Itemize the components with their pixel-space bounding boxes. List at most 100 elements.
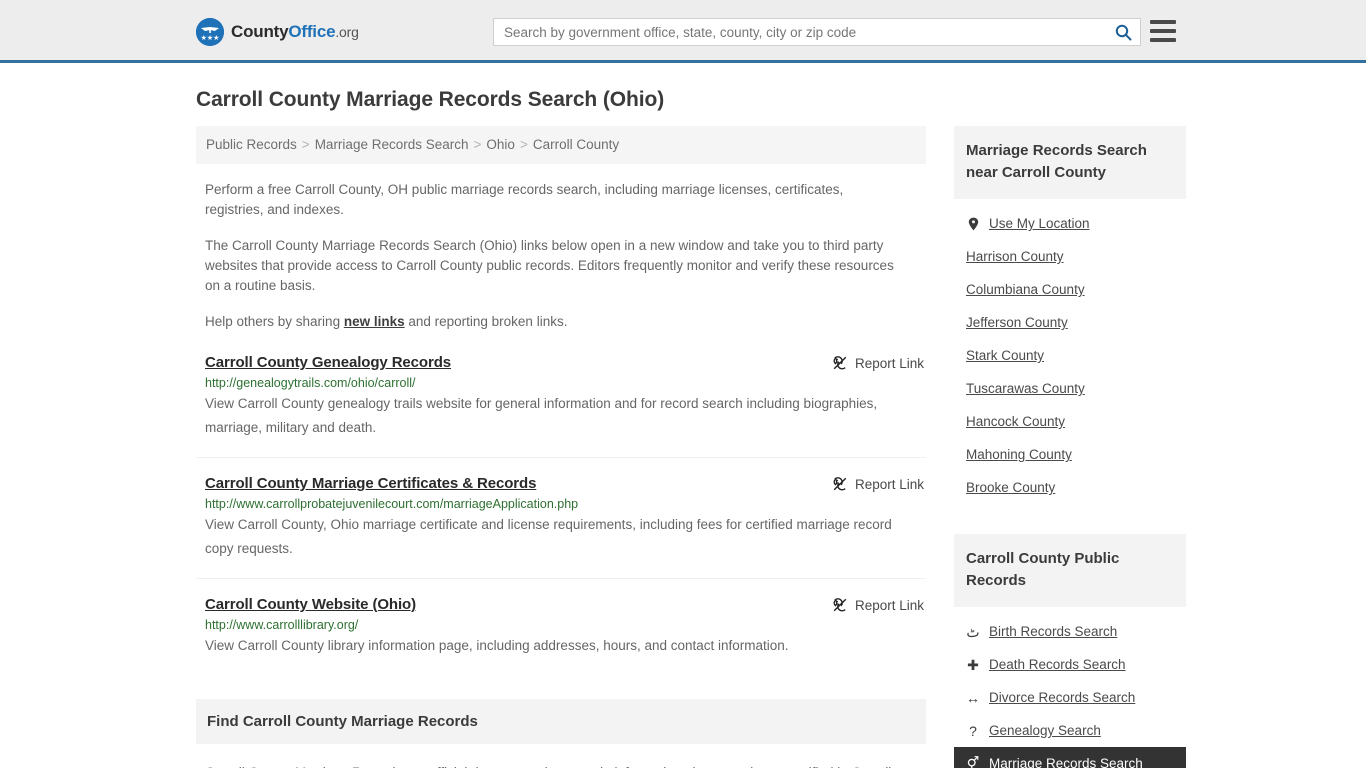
logo-county-text: County: [231, 22, 289, 41]
intro-section: Perform a free Carroll County, OH public…: [196, 180, 926, 332]
sidebar-item-hancock-county[interactable]: Hancock County: [954, 405, 1186, 438]
result-item: Carroll County Genealogy Records Report …: [196, 354, 926, 458]
sidebar-item-birth-records-search[interactable]: ٹ Birth Records Search: [954, 615, 1186, 648]
breadcrumb-separator: >: [519, 137, 528, 152]
sidebar-item-label: Jefferson County: [966, 315, 1068, 330]
sidebar-item-label: Death Records Search: [989, 657, 1126, 672]
sidebar-item-brooke-county[interactable]: Brooke County: [954, 471, 1186, 504]
sidebar-item-mahoning-county[interactable]: Mahoning County: [954, 438, 1186, 471]
result-description: View Carroll County, Ohio marriage certi…: [205, 517, 892, 556]
result-title-link[interactable]: Carroll County Marriage Certificates & R…: [205, 475, 536, 492]
find-records-body: Carroll County Marriage Records are offi…: [196, 761, 926, 768]
sidebar-item-columbiana-county[interactable]: Columbiana County: [954, 273, 1186, 306]
logo-office-text: Office: [288, 22, 336, 41]
result-title-link[interactable]: Carroll County Website (Ohio): [205, 596, 416, 613]
eagle-seal-icon: ★★★: [196, 18, 224, 46]
breadcrumb-item-marriage-records-search[interactable]: Marriage Records Search: [315, 137, 469, 152]
find-records-heading-bar: Find Carroll County Marriage Records: [196, 699, 926, 744]
hamburger-menu-icon-bar: [1150, 29, 1176, 33]
sidebar-item-label: Stark County: [966, 348, 1045, 363]
left-right-arrow-icon: ↔: [966, 689, 980, 706]
help-suffix-text: and reporting broken links.: [404, 314, 568, 329]
report-link-button[interactable]: Report Link: [832, 354, 924, 371]
report-link-button[interactable]: Report Link: [832, 475, 924, 492]
nearby-searches-heading: Marriage Records Search near Carroll Cou…: [966, 142, 1147, 181]
breadcrumb-item-carroll-county[interactable]: Carroll County: [533, 137, 619, 152]
content-columns: Public Records > Marriage Records Search > O…: [196, 126, 1186, 768]
result-url[interactable]: http://www.carrollprobatejuvenilecourt.c…: [205, 497, 926, 511]
sidebar-item-label: Columbiana County: [966, 282, 1085, 297]
breadcrumb-item-ohio[interactable]: Ohio: [486, 137, 515, 152]
hamburger-menu-button[interactable]: [1150, 20, 1176, 42]
hamburger-menu-icon-bar: [1150, 38, 1176, 42]
intro-paragraph-1: Perform a free Carroll County, OH public…: [205, 182, 844, 217]
sidebar-item-label: Tuscarawas County: [966, 381, 1085, 396]
question-mark-icon: ?: [969, 722, 977, 739]
site-logo[interactable]: ★★★ CountyOffice.org: [196, 18, 359, 46]
search-button[interactable]: [1106, 19, 1140, 45]
result-url[interactable]: http://www.carrolllibrary.org/: [205, 618, 926, 632]
nearby-searches-list: Use My Location Harrison County Columbia…: [954, 207, 1186, 504]
sidebar-item-label: Use My Location: [989, 216, 1090, 231]
logo-org-text: .org: [335, 24, 359, 40]
sidebar-item-use-my-location[interactable]: Use My Location: [954, 207, 1186, 240]
sidebar-item-label: Hancock County: [966, 414, 1066, 429]
result-description: View Carroll County library information …: [205, 638, 789, 653]
hamburger-menu-icon-bar: [1150, 20, 1176, 24]
breadcrumb: Public Records > Marriage Records Search > O…: [196, 126, 926, 164]
search-input[interactable]: [494, 19, 1106, 45]
sidebar: Marriage Records Search near Carroll Cou…: [954, 126, 1186, 768]
breadcrumb-separator: >: [301, 137, 310, 152]
sidebar-item-label: Marriage Records Search: [989, 756, 1143, 768]
page-container: Carroll County Marriage Records Search (…: [0, 88, 1366, 768]
public-records-list: ٹ Birth Records Search ✚ Death Records S…: [954, 615, 1186, 768]
public-records-heading: Carroll County Public Records: [966, 550, 1120, 589]
sidebar-item-harrison-county[interactable]: Harrison County: [954, 240, 1186, 273]
search-icon: [1115, 24, 1132, 41]
sidebar-item-stark-county[interactable]: Stark County: [954, 339, 1186, 372]
result-header: Carroll County Website (Ohio) Report Lin…: [205, 596, 926, 613]
result-item: Carroll County Website (Ohio) Report Lin…: [196, 596, 926, 675]
main-column: Public Records > Marriage Records Search > O…: [196, 126, 926, 768]
public-records-panel: Carroll County Public Records ٹ Birth Re…: [954, 534, 1186, 768]
sidebar-item-jefferson-county[interactable]: Jefferson County: [954, 306, 1186, 339]
page-title: Carroll County Marriage Records Search (…: [196, 88, 665, 111]
breadcrumb-item-public-records[interactable]: Public Records: [206, 137, 297, 152]
report-link-label: Report Link: [854, 355, 924, 371]
nearby-searches-header: Marriage Records Search near Carroll Cou…: [954, 126, 1186, 199]
new-links-link[interactable]: new links: [344, 314, 405, 329]
broken-link-icon: [832, 355, 848, 371]
intro-help-paragraph: Help others by sharing new links and rep…: [205, 312, 905, 332]
result-title-link[interactable]: Carroll County Genealogy Records: [205, 354, 451, 371]
search-box: [493, 18, 1141, 46]
logo-wordmark: CountyOffice.org: [231, 22, 359, 42]
find-records-heading: Find Carroll County Marriage Records: [207, 713, 478, 730]
sidebar-item-label: Divorce Records Search: [989, 690, 1136, 705]
broken-link-icon: [832, 476, 848, 492]
broken-link-icon: [832, 597, 848, 613]
sidebar-item-marriage-records-search[interactable]: ⚥ Marriage Records Search: [954, 747, 1186, 768]
result-description: View Carroll County genealogy trails web…: [205, 396, 878, 435]
site-header: ★★★ CountyOffice.org: [0, 0, 1366, 63]
sidebar-item-label: Birth Records Search: [989, 624, 1118, 639]
sidebar-item-label: Brooke County: [966, 480, 1056, 495]
public-records-header: Carroll County Public Records: [954, 534, 1186, 607]
result-item: Carroll County Marriage Certificates & R…: [196, 475, 926, 579]
report-link-button[interactable]: Report Link: [832, 596, 924, 613]
report-link-label: Report Link: [854, 476, 924, 492]
baby-icon: ٹ: [966, 623, 980, 640]
breadcrumb-separator: >: [473, 137, 482, 152]
sidebar-item-death-records-search[interactable]: ✚ Death Records Search: [954, 648, 1186, 681]
result-header: Carroll County Marriage Certificates & R…: [205, 475, 926, 492]
intro-paragraph-2: The Carroll County Marriage Records Sear…: [205, 238, 894, 293]
sidebar-item-label: Mahoning County: [966, 447, 1072, 462]
result-url[interactable]: http://genealogytrails.com/ohio/carroll/: [205, 376, 926, 390]
nearby-searches-panel: Marriage Records Search near Carroll Cou…: [954, 126, 1186, 504]
sidebar-item-divorce-records-search[interactable]: ↔ Divorce Records Search: [954, 681, 1186, 714]
help-prefix-text: Help others by sharing: [205, 314, 344, 329]
sidebar-item-label: Genealogy Search: [989, 723, 1101, 738]
report-link-label: Report Link: [854, 597, 924, 613]
venus-mars-icon: ⚥: [966, 755, 980, 768]
sidebar-item-tuscarawas-county[interactable]: Tuscarawas County: [954, 372, 1186, 405]
sidebar-item-genealogy-search[interactable]: ? Genealogy Search: [954, 714, 1186, 747]
